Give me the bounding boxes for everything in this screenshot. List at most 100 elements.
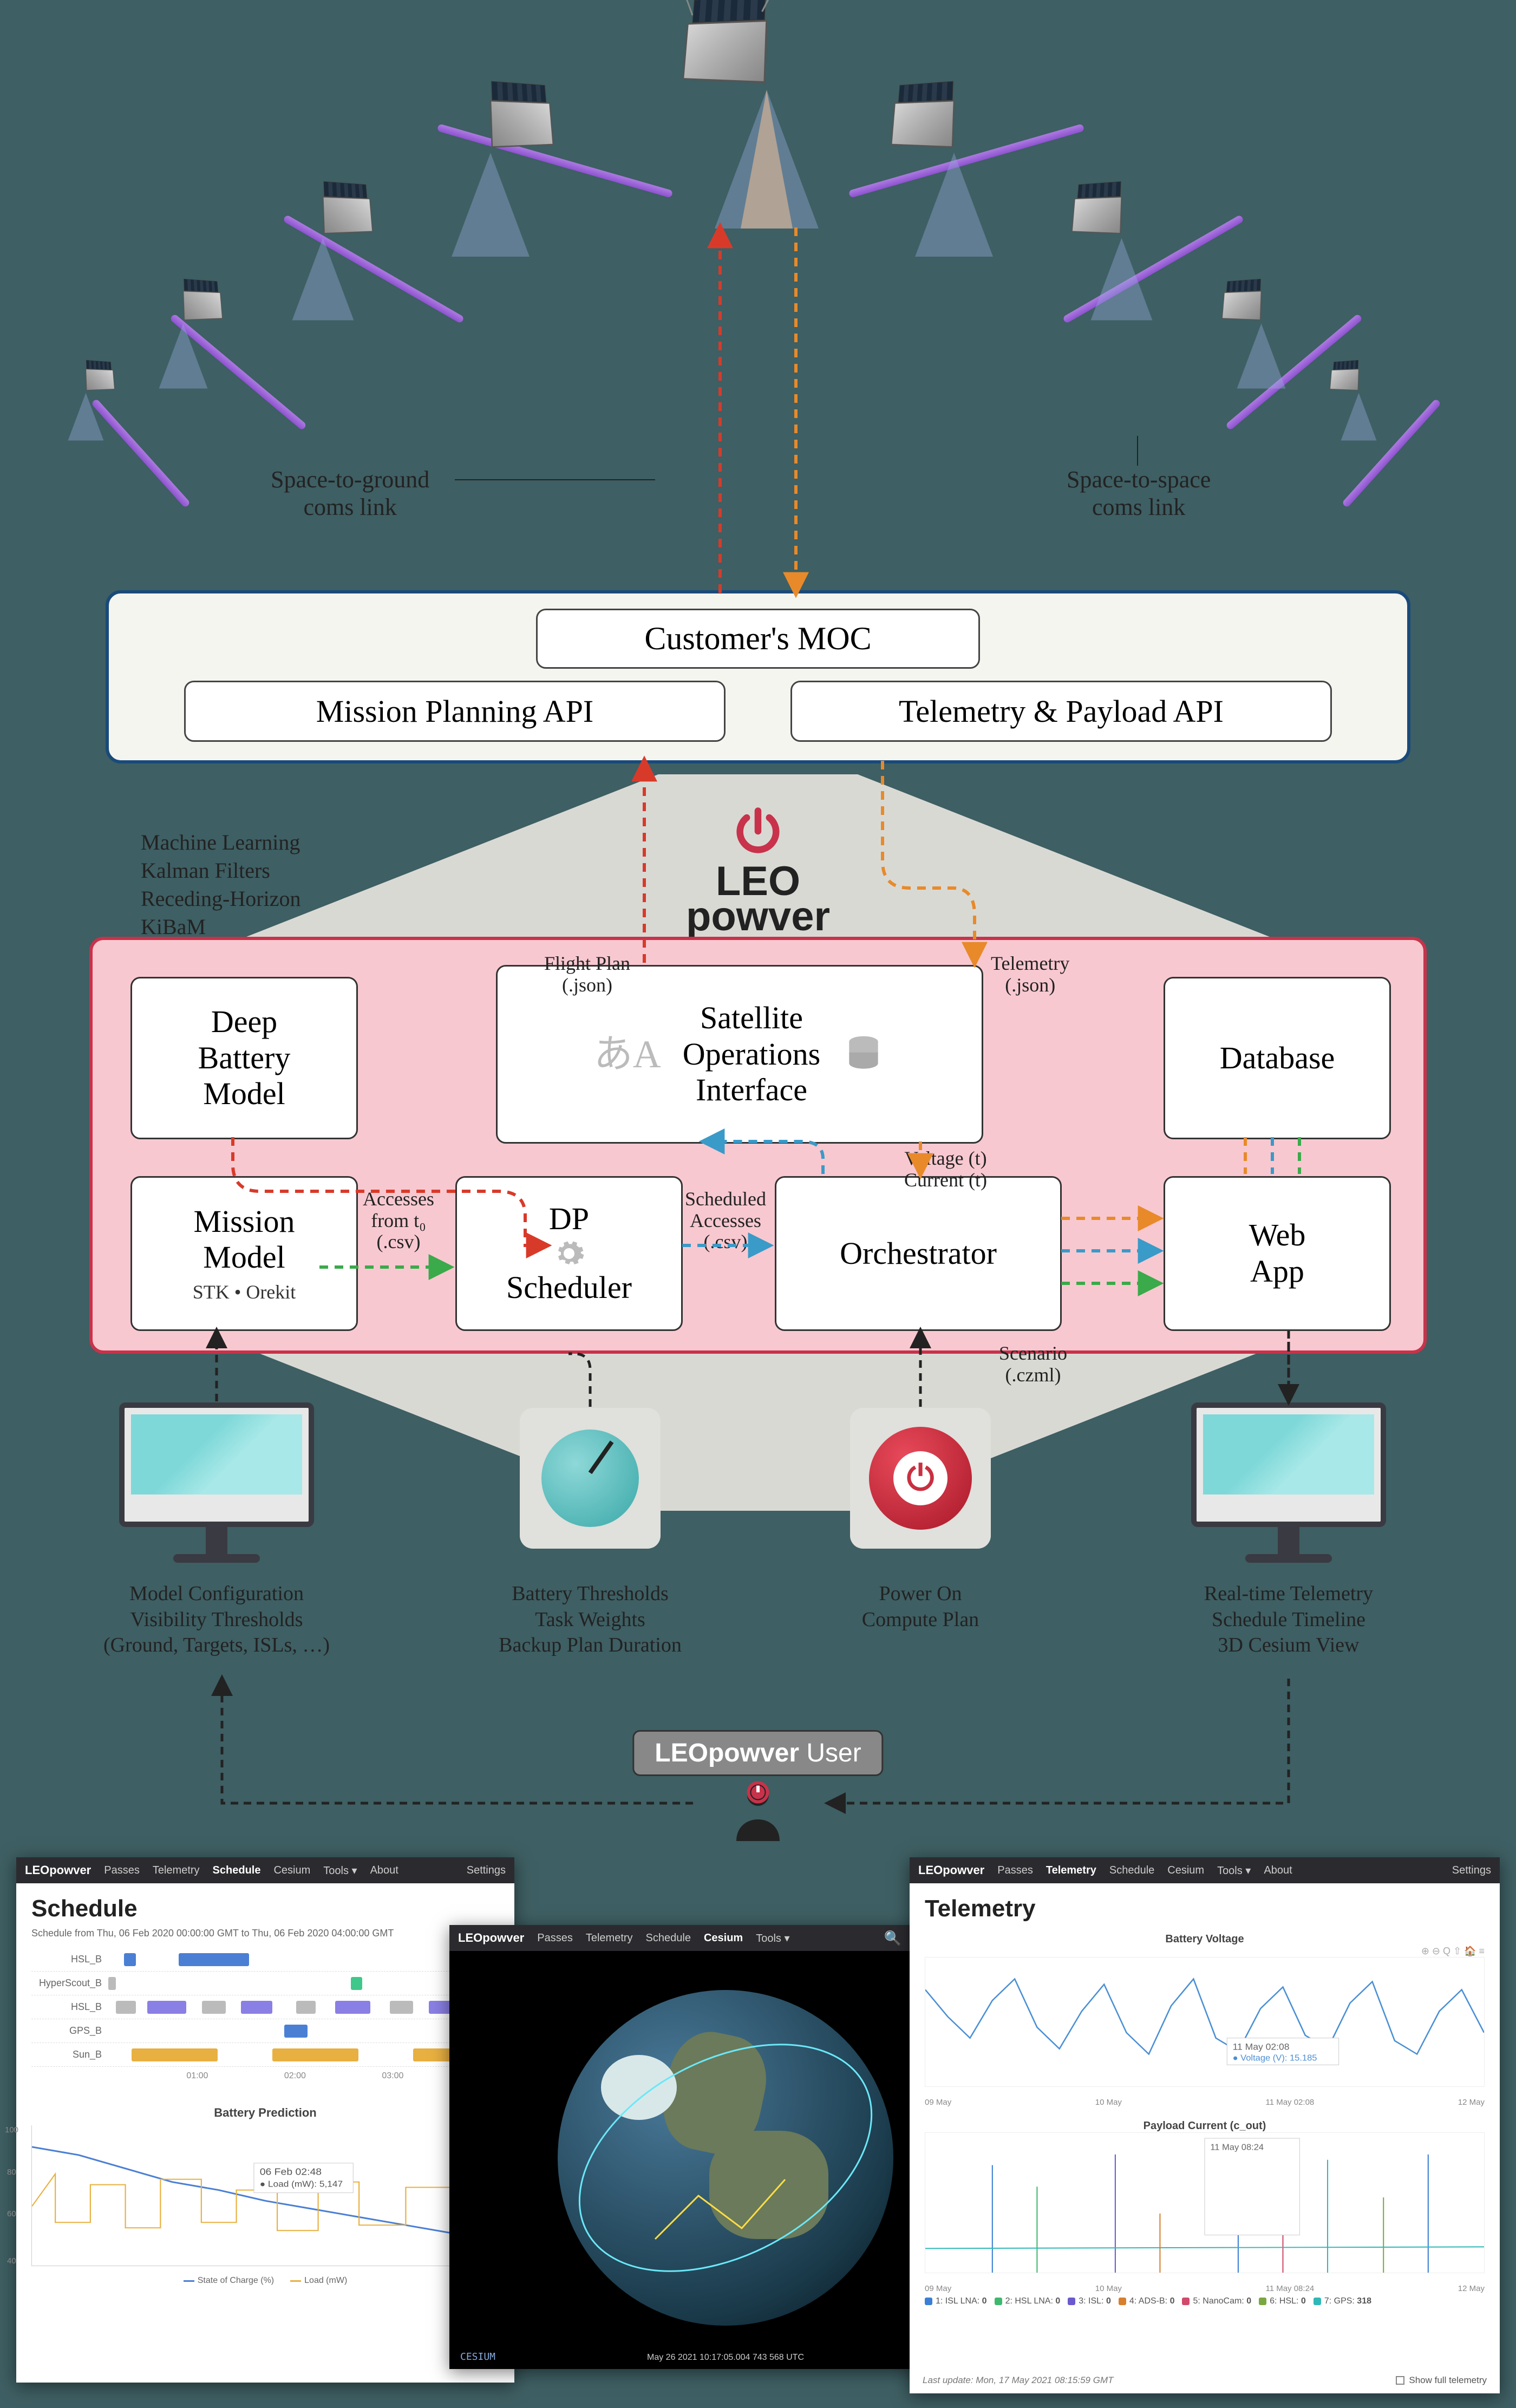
nav-schedule[interactable]: Schedule xyxy=(1109,1864,1154,1877)
space-link-label: Space-to-space coms link xyxy=(1067,466,1211,521)
telemetry-footer: Last update: Mon, 17 May 2021 08:15:59 G… xyxy=(923,2375,1114,2386)
payload-legend: 1: ISL LNA: 0 2: HSL LNA: 0 3: ISL: 0 4: AD… xyxy=(925,2293,1485,2309)
brand-line2: powver xyxy=(686,893,830,939)
brand-logo: LEOpowver xyxy=(686,804,830,934)
module-orchestrator: Orchestrator xyxy=(775,1176,1062,1331)
label-accesses: Accesses from t₀ (.csv) xyxy=(363,1189,434,1253)
nav-brand[interactable]: LEOpowver xyxy=(458,1931,524,1945)
database-icon xyxy=(842,1033,885,1076)
user-icon xyxy=(726,1776,790,1849)
nav-brand[interactable]: LEOpowver xyxy=(918,1863,984,1877)
tech-item: Machine Learning xyxy=(141,828,300,857)
show-full-telemetry-toggle[interactable]: Show full telemetry xyxy=(1396,2375,1487,2386)
globe-view[interactable] xyxy=(558,1990,893,2326)
nav-about[interactable]: About xyxy=(370,1864,398,1877)
nav-telemetry[interactable]: Telemetry xyxy=(1046,1864,1096,1877)
mission-planning-api: Mission Planning API xyxy=(184,681,726,742)
module-mission-model: Mission Model STK • Orekit xyxy=(130,1176,358,1331)
satellite xyxy=(1070,197,1163,269)
satellite xyxy=(1221,291,1294,348)
power-icon: ⏻ xyxy=(893,1451,948,1505)
label-battery-thresholds: Battery Thresholds Task Weights Backup P… xyxy=(455,1581,726,1659)
payload-chart: 11 May 08:24 xyxy=(925,2132,1485,2273)
leopowver-core: Deep Battery Model あA Satellite Operatio… xyxy=(89,937,1427,1354)
voltage-chart-title: Battery Voltage xyxy=(925,1933,1485,1946)
module-web-app: Web App xyxy=(1164,1176,1391,1331)
app-topbar: LEOpowver Passes Telemetry Schedule Cesi… xyxy=(16,1857,514,1883)
nav-tools[interactable]: Tools ▾ xyxy=(1217,1864,1251,1877)
svg-text:● Load (mW): 5,147: ● Load (mW): 5,147 xyxy=(260,2179,343,2189)
app-topbar: LEOpowver Passes Telemetry Schedule Cesi… xyxy=(910,1857,1500,1883)
satellite xyxy=(889,101,1006,192)
svg-text:11 May 02:08: 11 May 02:08 xyxy=(1233,2041,1290,2052)
legend-item: 1: ISL LNA: 0 xyxy=(925,2296,987,2306)
gear-icon xyxy=(553,1237,585,1270)
legend-item: 7: GPS: 318 xyxy=(1314,2296,1371,2306)
screenshot-telemetry: LEOpowver Passes Telemetry Schedule Cesi… xyxy=(910,1857,1500,2393)
payload-chart-title: Payload Current (c_out) xyxy=(925,2120,1485,2132)
legend-item: 5: NanoCam: 0 xyxy=(1182,2296,1251,2306)
svg-text:11 May 08:24: 11 May 08:24 xyxy=(1210,2143,1264,2152)
cesium-credit: CESIUM xyxy=(460,2351,495,2363)
battery-prediction-title: Battery Prediction xyxy=(16,2106,514,2120)
satellite xyxy=(439,101,556,192)
label-voltage-current: Voltage (t) Current (t) xyxy=(904,1148,987,1191)
satellite-constellation xyxy=(54,43,1462,531)
satellite xyxy=(151,291,224,348)
label-scheduled-accesses: Scheduled Accesses (.csv) xyxy=(685,1189,766,1253)
label-line xyxy=(455,479,655,480)
language-icon: あA xyxy=(594,1032,661,1077)
nav-passes[interactable]: Passes xyxy=(997,1864,1033,1877)
satellite xyxy=(1329,369,1383,411)
nav-cesium[interactable]: Cesium xyxy=(1167,1864,1204,1877)
customer-moc-container: Customer's MOC Mission Planning API Tele… xyxy=(106,590,1410,763)
nav-telemetry[interactable]: Telemetry xyxy=(586,1932,633,1944)
nav-passes[interactable]: Passes xyxy=(537,1932,573,1944)
voltage-chart: 11 May 02:08 ● Voltage (V): 15.185 xyxy=(925,1957,1485,2087)
battery-prediction-chart: 06 Feb 02:48 ● Load (mW): 5,147 100 80 6… xyxy=(31,2125,499,2266)
mission-model-subtitle: STK • Orekit xyxy=(193,1281,296,1303)
nav-tools[interactable]: Tools ▾ xyxy=(323,1864,357,1877)
legend-item: 2: HSL LNA: 0 xyxy=(995,2296,1061,2306)
legend-item: 6: HSL: 0 xyxy=(1259,2296,1306,2306)
nav-schedule[interactable]: Schedule xyxy=(646,1932,691,1944)
satellite xyxy=(282,197,375,269)
settings-knob xyxy=(520,1408,661,1549)
nav-tools[interactable]: Tools ▾ xyxy=(756,1931,789,1945)
schedule-caption: Schedule from Thu, 06 Feb 2020 00:00:00 … xyxy=(16,1928,514,1944)
nav-about[interactable]: About xyxy=(1264,1864,1292,1877)
nav-settings[interactable]: Settings xyxy=(1452,1864,1491,1877)
module-deep-battery-model: Deep Battery Model xyxy=(130,977,358,1139)
screenshot-schedule: LEOpowver Passes Telemetry Schedule Cesi… xyxy=(16,1857,514,2383)
nav-passes[interactable]: Passes xyxy=(104,1864,140,1877)
monitor-right xyxy=(1191,1402,1386,1563)
nav-cesium[interactable]: Cesium xyxy=(273,1864,310,1877)
telemetry-payload-api: Telemetry & Payload API xyxy=(790,681,1332,742)
user-badge: LEOpowver User xyxy=(632,1730,883,1776)
label-line xyxy=(1137,436,1138,466)
legend-item: 3: ISL: 0 xyxy=(1068,2296,1111,2306)
label-flight-plan: Flight Plan (.json) xyxy=(544,953,630,996)
label-power-on: Power On Compute Plan xyxy=(785,1581,1056,1633)
legend-item: 4: ADS-B: 0 xyxy=(1119,2296,1175,2306)
nav-telemetry[interactable]: Telemetry xyxy=(153,1864,200,1877)
tech-item: Kalman Filters xyxy=(141,857,300,885)
ground-link-label: Space-to-ground coms link xyxy=(271,466,429,521)
module-dp-scheduler: DP Scheduler xyxy=(455,1176,683,1331)
svg-text:● Voltage (V): 15.185: ● Voltage (V): 15.185 xyxy=(1233,2053,1317,2063)
nav-cesium[interactable]: Cesium xyxy=(704,1932,743,1944)
power-button: ⏻ xyxy=(850,1408,991,1549)
label-telemetry: Telemetry (.json) xyxy=(991,953,1069,996)
nav-schedule[interactable]: Schedule xyxy=(213,1864,261,1877)
satellite-center xyxy=(680,21,836,142)
tech-item: Receding-Horizon xyxy=(141,885,300,913)
label-realtime-telemetry: Real-time Telemetry Schedule Timeline 3D… xyxy=(1153,1581,1424,1659)
satellite xyxy=(62,369,116,411)
nav-settings[interactable]: Settings xyxy=(467,1864,506,1877)
schedule-gantt: HSL_B HyperScout_B HSL_B GPS_B Sun_B xyxy=(16,1944,514,2096)
moc-title: Customer's MOC xyxy=(536,609,980,669)
module-database: Database xyxy=(1164,977,1391,1139)
nav-brand[interactable]: LEOpowver xyxy=(25,1863,91,1877)
cesium-timestamp: May 26 2021 10:17:05.004 743 568 UTC xyxy=(647,2353,804,2363)
svg-text:06 Feb 02:48: 06 Feb 02:48 xyxy=(260,2166,322,2177)
